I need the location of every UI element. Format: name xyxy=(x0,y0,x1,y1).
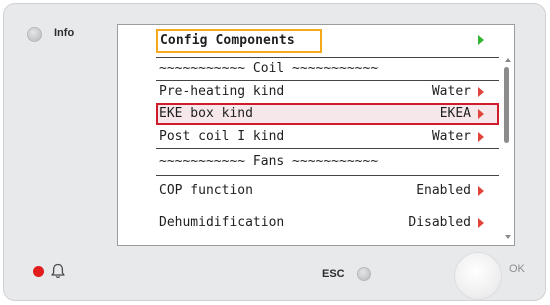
arrow-right-icon[interactable] xyxy=(478,186,484,196)
row-divider xyxy=(156,148,499,149)
row-label: Pre-heating kind xyxy=(159,84,285,99)
arrow-right-icon[interactable] xyxy=(478,218,484,228)
row-label: Post coil I kind xyxy=(159,129,285,144)
ok-label: OK xyxy=(509,263,525,275)
row-eke-box-kind[interactable]: EKE box kind EKEA xyxy=(156,103,499,125)
info-label: Info xyxy=(54,27,75,39)
row-label: Dehumidification xyxy=(159,215,285,230)
arrow-right-icon[interactable] xyxy=(478,109,484,119)
bell-icon[interactable] xyxy=(49,262,67,280)
row-value: Disabled xyxy=(408,215,471,230)
ok-button-icon[interactable] xyxy=(454,252,502,300)
row-dehumidification[interactable]: Dehumidification Disabled xyxy=(156,212,499,234)
row-value: EKEA xyxy=(439,106,471,121)
arrow-right-icon[interactable] xyxy=(478,87,484,97)
controller-panel: Info Config Components ~~~~~~~~~~~ Coil … xyxy=(3,3,546,301)
row-label: ~~~~~~~~~~~ Coil ~~~~~~~~~~~ xyxy=(159,61,379,76)
row-value: Enabled xyxy=(416,183,471,198)
row-value: Water xyxy=(431,84,471,99)
play-arrow-icon[interactable] xyxy=(478,35,484,45)
scrollbar-thumb[interactable] xyxy=(504,67,509,143)
display-screen: Config Components ~~~~~~~~~~~ Coil ~~~~~… xyxy=(117,24,515,246)
row-label: EKE box kind xyxy=(159,106,253,121)
screen-title: Config Components xyxy=(160,33,295,48)
row-value: Water xyxy=(431,129,471,144)
esc-label: ESC xyxy=(322,268,345,280)
alarm-led-icon xyxy=(33,266,44,277)
arrow-right-icon[interactable] xyxy=(478,132,484,142)
list-item: ~~~~~~~~~~~ Fans ~~~~~~~~~~~ xyxy=(156,151,499,173)
row-cop-function[interactable]: COP function Enabled xyxy=(156,180,499,202)
row-divider xyxy=(156,175,499,176)
info-led-icon[interactable] xyxy=(27,27,42,42)
row-post-coil-kind[interactable]: Post coil I kind Water xyxy=(156,126,499,148)
list-item: ~~~~~~~~~~~ Coil ~~~~~~~~~~~ xyxy=(156,58,499,80)
scroll-down-icon[interactable] xyxy=(505,235,511,239)
scroll-up-icon[interactable] xyxy=(505,58,511,62)
row-pre-heating-kind[interactable]: Pre-heating kind Water xyxy=(156,81,499,103)
row-label: ~~~~~~~~~~~ Fans ~~~~~~~~~~~ xyxy=(159,154,379,169)
row-label: COP function xyxy=(159,183,253,198)
esc-led-icon[interactable] xyxy=(357,267,371,281)
